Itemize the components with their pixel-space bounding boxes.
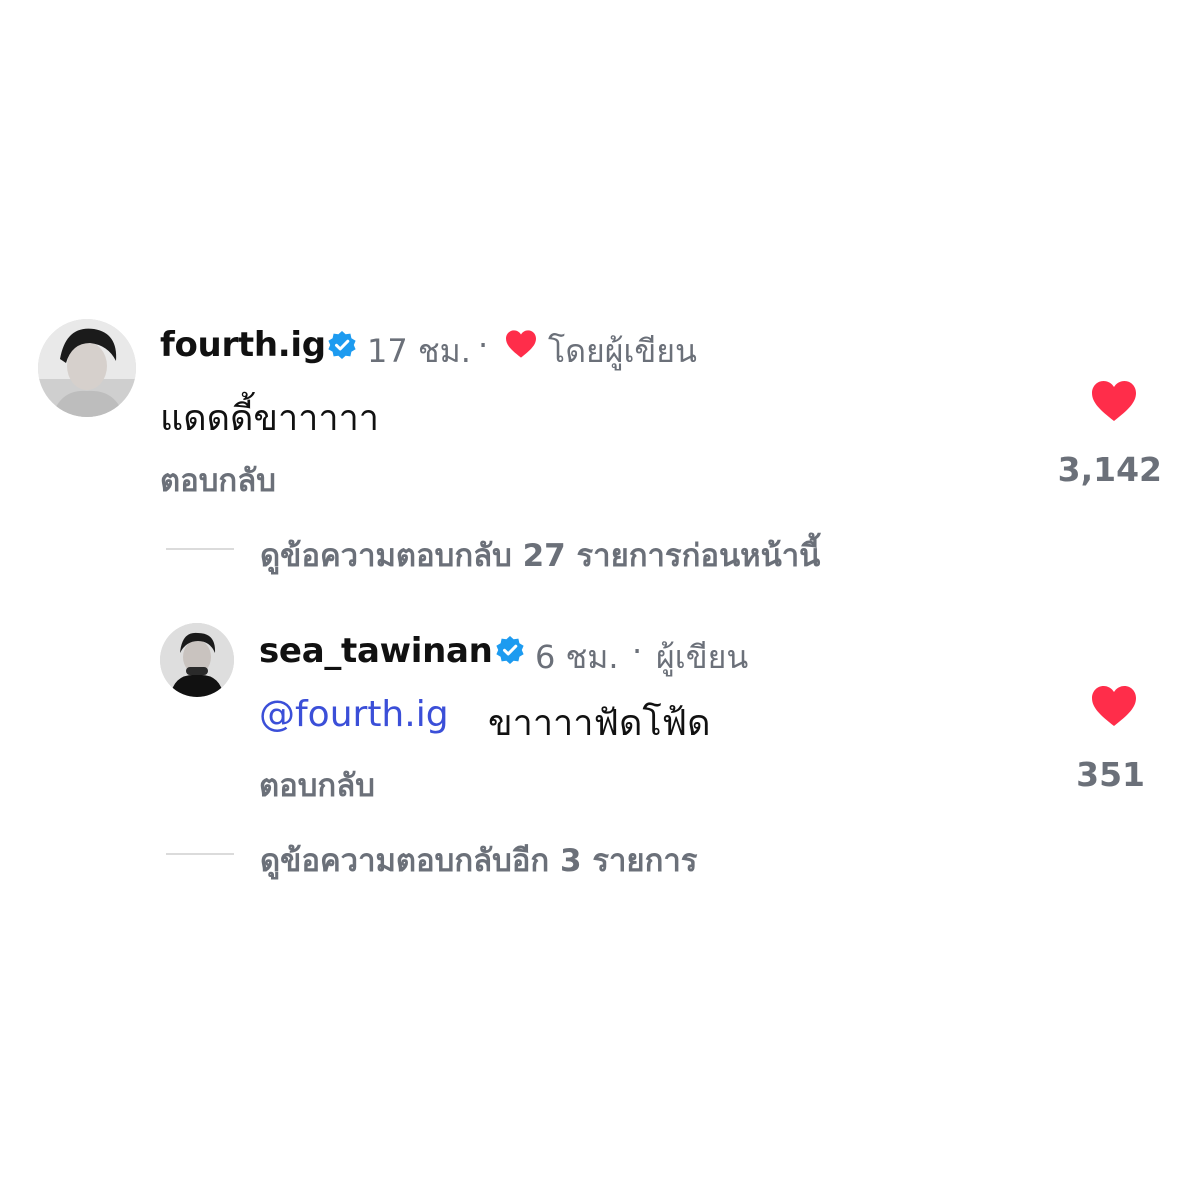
comment-username[interactable]: fourth.ig xyxy=(160,325,326,365)
verified-badge-icon xyxy=(496,636,524,664)
heart-icon[interactable] xyxy=(1089,379,1139,423)
heart-icon[interactable] xyxy=(1089,684,1139,728)
reply-button[interactable]: ตอบกลับ xyxy=(259,760,375,810)
reply-button[interactable]: ตอบกลับ xyxy=(160,455,276,505)
view-previous-replies-button[interactable]: ดูข้อความตอบกลับ 27 รายการก่อนหน้านี้ xyxy=(260,530,820,580)
avatar-photo xyxy=(38,319,136,417)
thread-divider xyxy=(166,548,234,550)
avatar-photo xyxy=(160,623,234,697)
liked-by-author-label: โดยผู้เขียน xyxy=(548,332,697,370)
like-count: 351 xyxy=(1076,755,1145,794)
reply-text: ขาาาาฟัดโฟ้ด xyxy=(488,703,711,744)
view-more-replies-button[interactable]: ดูข้อความตอบกลับอีก 3 รายการ xyxy=(260,835,697,885)
avatar[interactable] xyxy=(38,319,136,417)
thread-divider xyxy=(166,853,234,855)
reply-username[interactable]: sea_tawinan xyxy=(259,631,493,671)
like-count: 3,142 xyxy=(1057,450,1162,489)
mention-link[interactable]: @fourth.ig xyxy=(259,694,449,735)
comment-text: แดดดี้ขาาาาา xyxy=(160,398,380,439)
reply-time: 6 ชม. xyxy=(535,638,619,676)
avatar[interactable] xyxy=(160,623,234,697)
separator-dot: · xyxy=(632,632,643,670)
verified-badge-icon xyxy=(328,331,356,359)
heart-icon xyxy=(506,330,536,358)
author-tag: ผู้เขียน xyxy=(656,638,749,676)
separator-dot: · xyxy=(478,326,489,364)
comment-time: 17 ชม. xyxy=(367,332,471,370)
